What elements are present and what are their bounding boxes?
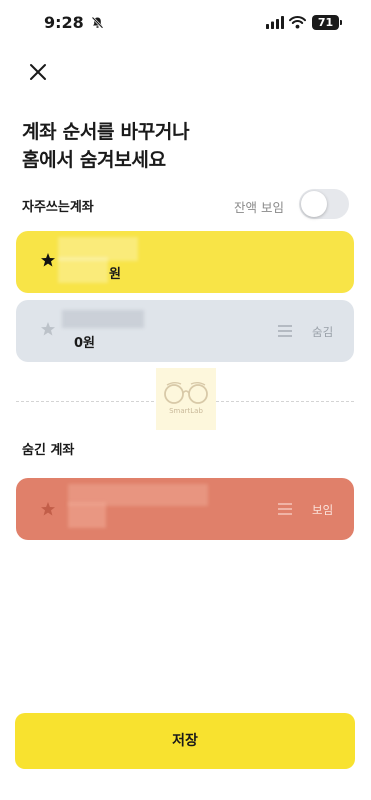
star-outline-icon[interactable]	[40, 321, 56, 337]
hidden-account-card[interactable]: 보임	[16, 478, 354, 540]
wifi-icon	[289, 16, 306, 29]
cellular-signal-icon	[266, 16, 284, 29]
frequent-accounts-label: 자주쓰는계좌	[22, 200, 94, 215]
save-button[interactable]: 저장	[15, 713, 355, 769]
balance-visibility-toggle[interactable]	[299, 189, 349, 219]
hidden-accounts-label: 숨긴 계좌	[22, 443, 75, 458]
close-button[interactable]	[26, 60, 50, 84]
account-balance: 원	[109, 267, 121, 282]
balance-redacted	[58, 257, 108, 283]
battery-cap	[340, 20, 342, 25]
page-title-line-2: 홈에서 숨겨보세요	[22, 149, 166, 171]
balance-redacted	[68, 502, 106, 528]
account-card[interactable]: 0원 숨김	[16, 300, 354, 362]
watermark-text: SmartLab	[169, 407, 203, 415]
status-time: 9:28	[44, 13, 84, 32]
status-bar: 9:28 71	[0, 0, 371, 48]
watermark-logo: SmartLab	[156, 368, 216, 430]
balance-visibility-label: 잔액 보임	[234, 200, 284, 215]
show-account-button[interactable]: 보임	[312, 502, 333, 518]
glasses-icon	[164, 382, 208, 404]
star-outline-icon[interactable]	[40, 501, 56, 517]
battery-indicator: 71	[312, 15, 339, 30]
toggle-knob	[301, 191, 327, 217]
bell-slash-icon	[91, 16, 104, 29]
drag-handle-icon[interactable]	[277, 502, 293, 516]
account-balance: 0원	[74, 336, 96, 351]
page-title-line-1: 계좌 순서를 바꾸거나	[22, 121, 190, 143]
hide-account-button[interactable]: 숨김	[312, 324, 333, 340]
star-filled-icon[interactable]	[40, 252, 56, 268]
account-name-redacted	[62, 310, 144, 328]
drag-handle-icon[interactable]	[277, 324, 293, 338]
page-title: 계좌 순서를 바꾸거나 홈에서 숨겨보세요	[22, 118, 190, 174]
account-card-starred[interactable]: 원	[16, 231, 354, 293]
